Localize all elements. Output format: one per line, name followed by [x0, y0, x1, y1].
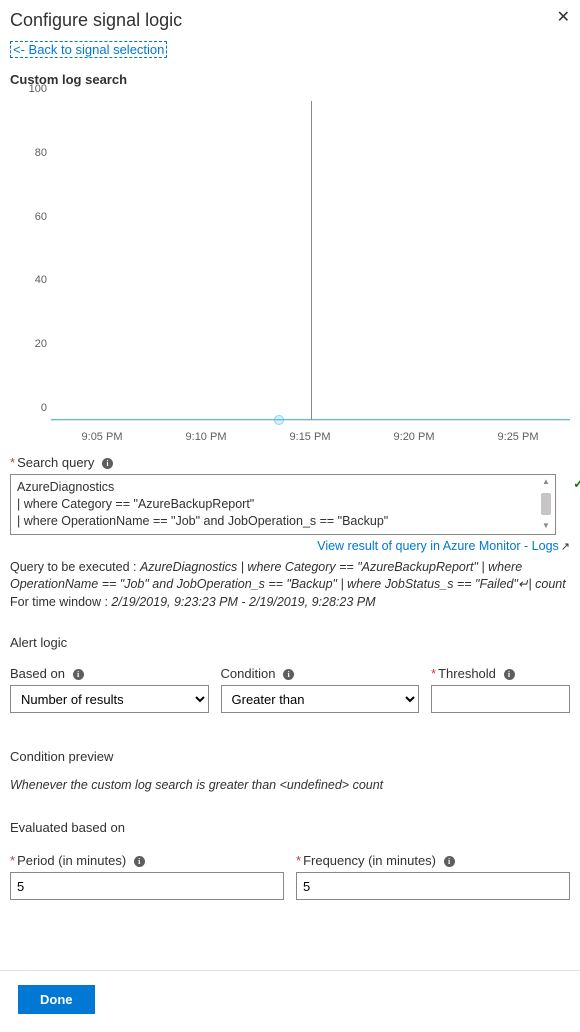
back-link[interactable]: <- Back to signal selection: [10, 41, 167, 58]
threshold-input[interactable]: [431, 685, 570, 713]
chart-y-tick: 80: [21, 147, 47, 159]
external-link-icon: ↗: [561, 541, 570, 553]
chart-y-tick: 20: [21, 338, 47, 350]
search-query-label: *Search query i: [10, 455, 570, 470]
chart-x-tick: 9:25 PM: [466, 431, 570, 443]
period-label: *Period (in minutes) i: [10, 853, 284, 868]
chart-y-tick: 0: [21, 402, 47, 414]
info-icon[interactable]: i: [504, 669, 515, 680]
condition-preview-text: Whenever the custom log search is greate…: [10, 778, 570, 792]
search-query-input[interactable]: AzureDiagnostics | where Category == "Az…: [10, 474, 556, 535]
scrollbar[interactable]: ▲▼: [539, 477, 553, 532]
info-icon[interactable]: i: [73, 669, 84, 680]
chart-x-tick: 9:10 PM: [154, 431, 258, 443]
close-icon[interactable]: ✕: [557, 10, 570, 26]
done-button[interactable]: Done: [18, 985, 95, 1014]
condition-preview-heading: Condition preview: [10, 749, 570, 764]
info-icon[interactable]: i: [283, 669, 294, 680]
valid-check-icon: ✓: [573, 476, 580, 492]
chart-x-axis: 9:05 PM9:10 PM9:15 PM9:20 PM9:25 PM: [50, 431, 570, 443]
frequency-input[interactable]: [296, 872, 570, 900]
condition-select[interactable]: Greater than: [221, 685, 420, 713]
panel-title: Configure signal logic: [10, 10, 182, 31]
chart-x-tick: 9:20 PM: [362, 431, 466, 443]
query-executed-text: Query to be executed : AzureDiagnostics …: [10, 559, 570, 612]
chart-x-tick: 9:15 PM: [258, 431, 362, 443]
chart-y-tick: 100: [21, 83, 47, 95]
info-icon[interactable]: i: [444, 856, 455, 867]
threshold-label: *Threshold i: [431, 666, 570, 681]
chart-y-tick: 60: [21, 211, 47, 223]
condition-label: Condition i: [221, 666, 420, 681]
chart-cursor-line: [311, 101, 312, 420]
view-result-link[interactable]: View result of query in Azure Monitor - …: [317, 539, 559, 553]
chart-highlight-dot: [274, 415, 284, 425]
alert-logic-heading: Alert logic: [10, 635, 570, 650]
based-on-select[interactable]: Number of results: [10, 685, 209, 713]
chart: 020406080100 9:05 PM9:10 PM9:15 PM9:20 P…: [20, 101, 570, 443]
period-input[interactable]: [10, 872, 284, 900]
frequency-label: *Frequency (in minutes) i: [296, 853, 570, 868]
info-icon[interactable]: i: [102, 458, 113, 469]
info-icon[interactable]: i: [134, 856, 145, 867]
chart-x-tick: 9:05 PM: [50, 431, 154, 443]
chart-y-tick: 40: [21, 274, 47, 286]
evaluated-heading: Evaluated based on: [10, 820, 570, 835]
section-title: Custom log search: [10, 72, 570, 87]
based-on-label: Based on i: [10, 666, 209, 681]
